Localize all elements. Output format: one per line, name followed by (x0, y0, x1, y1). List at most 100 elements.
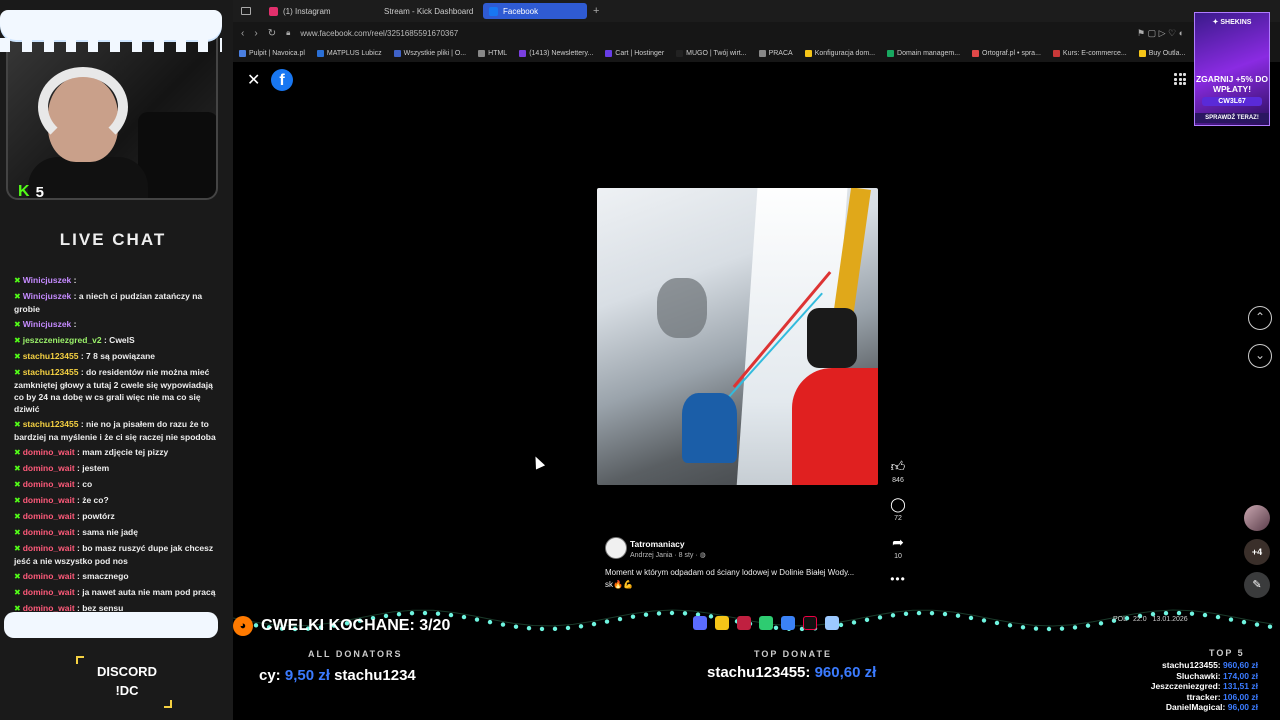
bookmark-item[interactable]: HTML (478, 49, 507, 57)
folder-icon[interactable] (715, 616, 729, 630)
bookmark-item[interactable]: Kurs: E-commerce... (1052, 49, 1127, 57)
facebook-logo-icon[interactable]: f (271, 69, 293, 91)
more-viewers-badge[interactable]: +4 (1244, 539, 1270, 565)
page-name[interactable]: Tatromaniacy (630, 539, 685, 549)
discord-label: DISCORD (97, 664, 157, 679)
badge-icon: ✖ (14, 420, 21, 429)
bookmark-item[interactable]: Cart | Hostinger (605, 49, 664, 57)
url-field[interactable]: www.facebook.com/reel/3251685591670367 (300, 29, 458, 38)
bookmark-item[interactable]: Ortograf.pl • spra... (972, 49, 1041, 57)
badge-icon: ✖ (14, 292, 21, 301)
bookmark-item[interactable]: MUGO | Twój wirt... (676, 49, 747, 57)
light-bulb (1007, 623, 1013, 628)
light-bulb (981, 618, 987, 623)
share-button[interactable]: ➦ 10 (887, 534, 909, 560)
bookmark-item[interactable]: (1413) Newslettery... (519, 49, 593, 57)
browser-icon[interactable] (693, 616, 707, 630)
bookmark-favicon-icon (972, 49, 980, 57)
facebook-icon (489, 6, 498, 16)
apps-menu-icon[interactable] (1174, 73, 1186, 85)
edit-icon[interactable]: ✎ (1244, 572, 1270, 598)
light-bulb (643, 612, 649, 617)
extensions-icons[interactable]: ⚑ ▢ ▷ ♡ ◐ (1137, 28, 1184, 39)
all-donators-label: ALL DONATORS (308, 649, 403, 659)
bookmark-item[interactable]: Konfiguracja dom... (804, 49, 875, 57)
bookmark-item[interactable]: PRACA (758, 49, 793, 57)
chat-username[interactable]: domino_wait (23, 463, 75, 473)
app-icon[interactable] (825, 616, 839, 630)
app-icon[interactable] (737, 616, 751, 630)
previous-reel-button[interactable]: ⌃ (1248, 306, 1272, 330)
badge-icon: ✖ (14, 572, 21, 581)
badge-icon: ✖ (14, 320, 21, 329)
bookmark-favicon-icon (478, 49, 486, 57)
tab-kick-dashboard[interactable]: Stream - Kick Dashboard (373, 3, 477, 19)
comment-button[interactable]: ◯ 72 (887, 496, 909, 522)
viewer-avatar[interactable] (1244, 505, 1270, 531)
chat-username[interactable]: stachu123455 (23, 419, 79, 429)
badge-icon: ✖ (14, 480, 21, 489)
light-bulb (1202, 612, 1208, 618)
light-bulb (1189, 611, 1195, 616)
close-icon[interactable]: ✕ (247, 70, 260, 90)
chat-username[interactable]: domino_wait (23, 571, 75, 581)
ad-headline: ZGARNIJ +5% DO WPŁATY! (1195, 74, 1269, 94)
bookmark-item[interactable]: Pulpit | Navoica.pl (239, 49, 305, 57)
chat-username[interactable]: domino_wait (23, 511, 75, 521)
top5-row: Sluchawki: 174,00 zł (1151, 671, 1258, 682)
back-icon[interactable]: ‹ (241, 28, 244, 39)
like-button[interactable]: 👍︎ 846 (887, 458, 909, 484)
chat-username[interactable]: stachu123455 (23, 367, 79, 377)
chat-text: : sama nie jadę (77, 527, 138, 537)
top5-amount: 106,00 zł (1223, 691, 1258, 702)
tray-date[interactable]: 13.01.2026 (1153, 616, 1188, 623)
bookmark-label: Wszystkie pliki | O... (403, 49, 467, 57)
like-icon: 👍︎ (890, 458, 906, 474)
bookmark-item[interactable]: Domain managem... (887, 49, 960, 57)
next-reel-button[interactable]: ⌄ (1248, 344, 1272, 368)
tray-time[interactable]: 22:0 (1133, 616, 1147, 623)
forward-icon[interactable]: › (254, 28, 257, 39)
bookmark-label: PRACA (768, 49, 793, 57)
chat-username[interactable]: domino_wait (23, 527, 75, 537)
streamer-body (28, 157, 148, 198)
light-bulb (1046, 626, 1052, 632)
chat-username[interactable]: domino_wait (23, 479, 75, 489)
chat-username[interactable]: Winicjuszek (23, 291, 72, 301)
tab-instagram[interactable]: (1) Instagram (263, 3, 367, 19)
chat-username[interactable]: Winicjuszek (23, 319, 72, 329)
share-count: 10 (894, 553, 902, 560)
chat-username[interactable]: stachu123455 (23, 351, 79, 361)
chat-message: ✖ domino_wait : bo masz ruszyć dupe jak c… (14, 542, 222, 567)
app-icon[interactable] (781, 616, 795, 630)
discord-badge: DISCORD !DC (76, 656, 172, 708)
reload-icon[interactable]: ↻ (268, 28, 276, 39)
sponsor-ad[interactable]: ✦ SHEKINS ZGARNIJ +5% DO WPŁATY! CW3L67 … (1194, 12, 1270, 126)
bookmark-item[interactable]: Buy Outla... (1138, 49, 1185, 57)
page-avatar[interactable] (605, 537, 627, 559)
badge-icon: ✖ (14, 544, 21, 553)
top5-amount: 131,51 zł (1223, 681, 1258, 691)
chat-username[interactable]: domino_wait (23, 495, 75, 505)
caption-text-2: sk🔥💪 (605, 580, 633, 589)
tab-facebook[interactable]: Facebook (483, 3, 587, 19)
top5-amount: 96,00 zł (1227, 702, 1258, 712)
tray-language[interactable]: POL (1113, 616, 1127, 623)
chat-username[interactable]: domino_wait (23, 543, 75, 553)
spotify-icon[interactable] (759, 616, 773, 630)
chat-username[interactable]: domino_wait (23, 587, 75, 597)
bookmark-item[interactable]: MATPLUS Lubicz (316, 49, 382, 57)
bookmark-label: Kurs: E-commerce... (1062, 49, 1127, 57)
tab-list-icon[interactable] (241, 7, 251, 15)
reel-video[interactable] (597, 188, 878, 485)
chat-username[interactable]: jeszczeniezgred_v2 (23, 335, 102, 345)
all-donators-ticker: cy: 9,50 zł stachu1234 (259, 667, 449, 684)
chat-username[interactable]: domino_wait (23, 447, 75, 457)
app-icon[interactable] (803, 616, 817, 630)
bookmark-item[interactable]: Wszystkie pliki | O... (393, 49, 467, 57)
light-bulb (1163, 611, 1169, 616)
top5-name: DanielMagical: (1165, 702, 1226, 712)
more-options-icon[interactable]: ••• (887, 572, 909, 586)
chat-username[interactable]: Winicjuszek (23, 275, 72, 285)
new-tab-button[interactable]: + (593, 5, 599, 17)
